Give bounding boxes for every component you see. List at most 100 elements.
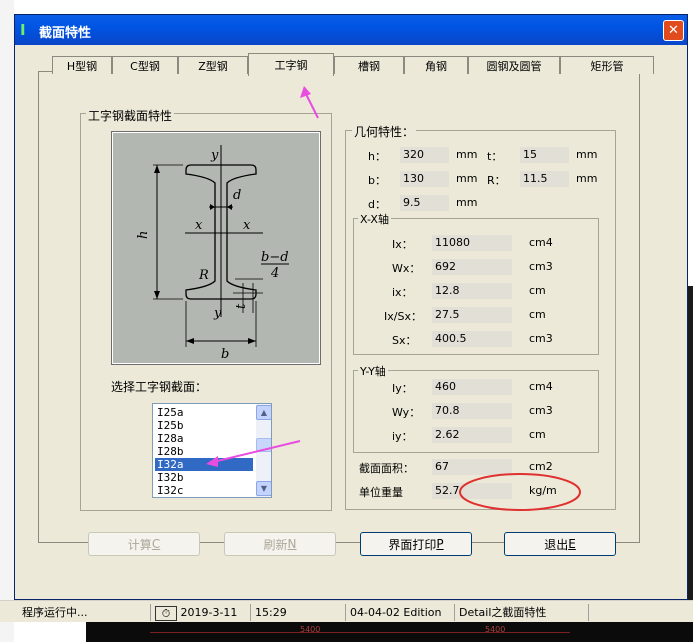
area-value: 67 xyxy=(432,459,512,475)
Sx-unit: cm3 xyxy=(529,332,553,345)
title-bar[interactable]: I 截面特性 ✕ xyxy=(15,15,687,45)
unit-weight-unit: kg/m xyxy=(529,484,557,497)
Wy-label: Wy： xyxy=(392,406,421,419)
list-item-selected[interactable]: I32a xyxy=(155,458,253,471)
Wx-unit: cm3 xyxy=(529,260,553,273)
status-edition: 04-04-02 Edition xyxy=(345,604,442,621)
Ix-unit: cm4 xyxy=(529,236,553,249)
scroll-up-button[interactable]: ▲ xyxy=(256,405,271,420)
label-x-right: x xyxy=(243,218,251,233)
status-bar: 程序运行中... ⏱ 2019-3-11 15:29 04-04-02 Edit… xyxy=(0,600,693,622)
status-date-cell: ⏱ 2019-3-11 xyxy=(150,604,246,621)
Wx-value: 692 xyxy=(432,259,512,275)
print-button[interactable]: 界面打印 P xyxy=(360,532,472,556)
d-unit: mm xyxy=(456,196,478,209)
unit-weight-value: 52.7 xyxy=(432,483,512,499)
tab-angle[interactable]: 角钢 xyxy=(404,56,468,74)
section-listbox[interactable]: I25a I25b I28a I28b I32a I32b I32c ▲ ▼ xyxy=(152,403,272,498)
label-d: d xyxy=(233,188,241,203)
list-item[interactable]: I28a xyxy=(155,432,253,445)
t-unit: mm xyxy=(576,148,598,161)
Iy-value: 460 xyxy=(432,379,512,395)
background-drawing-line xyxy=(150,632,570,633)
Sx-label: Sx： xyxy=(392,334,417,347)
label-y-bottom: y xyxy=(213,306,222,321)
list-item[interactable]: I32b xyxy=(155,471,253,484)
xx-axis-group-label: X-X轴 xyxy=(358,211,391,227)
label-frac-num: b−d xyxy=(261,250,289,265)
label-b: b xyxy=(221,347,229,362)
label-t: t xyxy=(234,303,249,309)
label-h: h xyxy=(136,231,151,239)
Wx-label: Wx： xyxy=(392,262,421,275)
tab-c-steel[interactable]: C型钢 xyxy=(112,56,178,74)
refresh-button[interactable]: 刷新 N xyxy=(224,532,336,556)
chevron-down-icon: ▼ xyxy=(260,484,268,493)
status-module: Detail之截面特性 xyxy=(454,604,546,621)
scroll-down-button[interactable]: ▼ xyxy=(256,481,271,496)
close-icon: ✕ xyxy=(668,23,679,38)
tab-rect-tube[interactable]: 矩形管 xyxy=(560,56,654,74)
label-R: R xyxy=(198,268,209,283)
area-unit: cm2 xyxy=(529,460,553,473)
R-unit: mm xyxy=(576,172,598,185)
Iy-unit: cm4 xyxy=(529,380,553,393)
ix-value: 12.8 xyxy=(432,283,512,299)
yy-axis-group-label: Y-Y轴 xyxy=(358,363,388,379)
R-value: 11.5 xyxy=(520,171,569,187)
exit-button[interactable]: 退出 E xyxy=(504,532,616,556)
background-dimension-text: 5400 xyxy=(485,625,506,634)
status-empty xyxy=(588,604,593,621)
active-tab-joiner xyxy=(250,72,332,76)
unit-weight-label: 单位重量 xyxy=(359,486,403,499)
calculate-button[interactable]: 计算 C xyxy=(88,532,200,556)
b-value: 130 xyxy=(400,171,449,187)
b-label: b： xyxy=(368,174,386,187)
list-scrollbar[interactable]: ▲ ▼ xyxy=(256,404,271,497)
i-beam-diagram: y y x x h d R t b b−d 4 xyxy=(111,131,321,365)
list-item[interactable]: I25a xyxy=(155,406,253,419)
status-state: 程序运行中... xyxy=(22,606,88,619)
i-beam-drawing: y y x x h d R t b b−d 4 xyxy=(136,145,289,362)
label-frac-den: 4 xyxy=(270,266,279,281)
ix-label: ix： xyxy=(392,286,413,299)
status-time: 15:29 xyxy=(250,604,287,621)
tab-h-steel[interactable]: H型钢 xyxy=(52,56,112,74)
R-label: R： xyxy=(487,174,506,187)
close-button[interactable]: ✕ xyxy=(663,20,684,41)
iy-unit: cm xyxy=(529,428,546,441)
status-date: 2019-3-11 xyxy=(180,606,238,619)
Wy-value: 70.8 xyxy=(432,403,512,419)
list-item[interactable]: I25b xyxy=(155,419,253,432)
t-label: t： xyxy=(487,150,503,163)
IxSx-label: Ix/Sx： xyxy=(384,310,422,323)
background-panel xyxy=(0,0,14,642)
IxSx-value: 27.5 xyxy=(432,307,512,323)
section-properties-group-label: 工字钢截面特性 xyxy=(86,107,175,124)
ix-unit: cm xyxy=(529,284,546,297)
chevron-up-icon: ▲ xyxy=(260,408,268,417)
IxSx-unit: cm xyxy=(529,308,546,321)
t-value: 15 xyxy=(520,147,569,163)
dialog-title: 截面特性 xyxy=(39,26,92,41)
Sx-value: 400.5 xyxy=(432,331,512,347)
label-x-left: x xyxy=(195,218,203,233)
background-dimension-text: 5400 xyxy=(300,625,321,634)
scroll-thumb[interactable] xyxy=(256,438,271,452)
d-label: d： xyxy=(368,198,386,211)
b-unit: mm xyxy=(456,172,478,185)
select-section-label: 选择工字钢截面： xyxy=(111,380,208,394)
tab-z-steel[interactable]: Z型钢 xyxy=(178,56,248,74)
background-window-edge xyxy=(688,286,693,642)
iy-label: iy： xyxy=(392,430,413,443)
tab-channel[interactable]: 槽钢 xyxy=(334,56,404,74)
list-item[interactable]: I32c xyxy=(155,484,253,497)
h-unit: mm xyxy=(456,148,478,161)
Ix-value: 11080 xyxy=(432,235,512,251)
label-y-top: y xyxy=(210,148,219,163)
list-item[interactable]: I28b xyxy=(155,445,253,458)
tab-round-tube[interactable]: 圆钢及圆管 xyxy=(468,56,560,74)
app-icon: I xyxy=(20,21,26,39)
iy-value: 2.62 xyxy=(432,427,512,443)
Wy-unit: cm3 xyxy=(529,404,553,417)
